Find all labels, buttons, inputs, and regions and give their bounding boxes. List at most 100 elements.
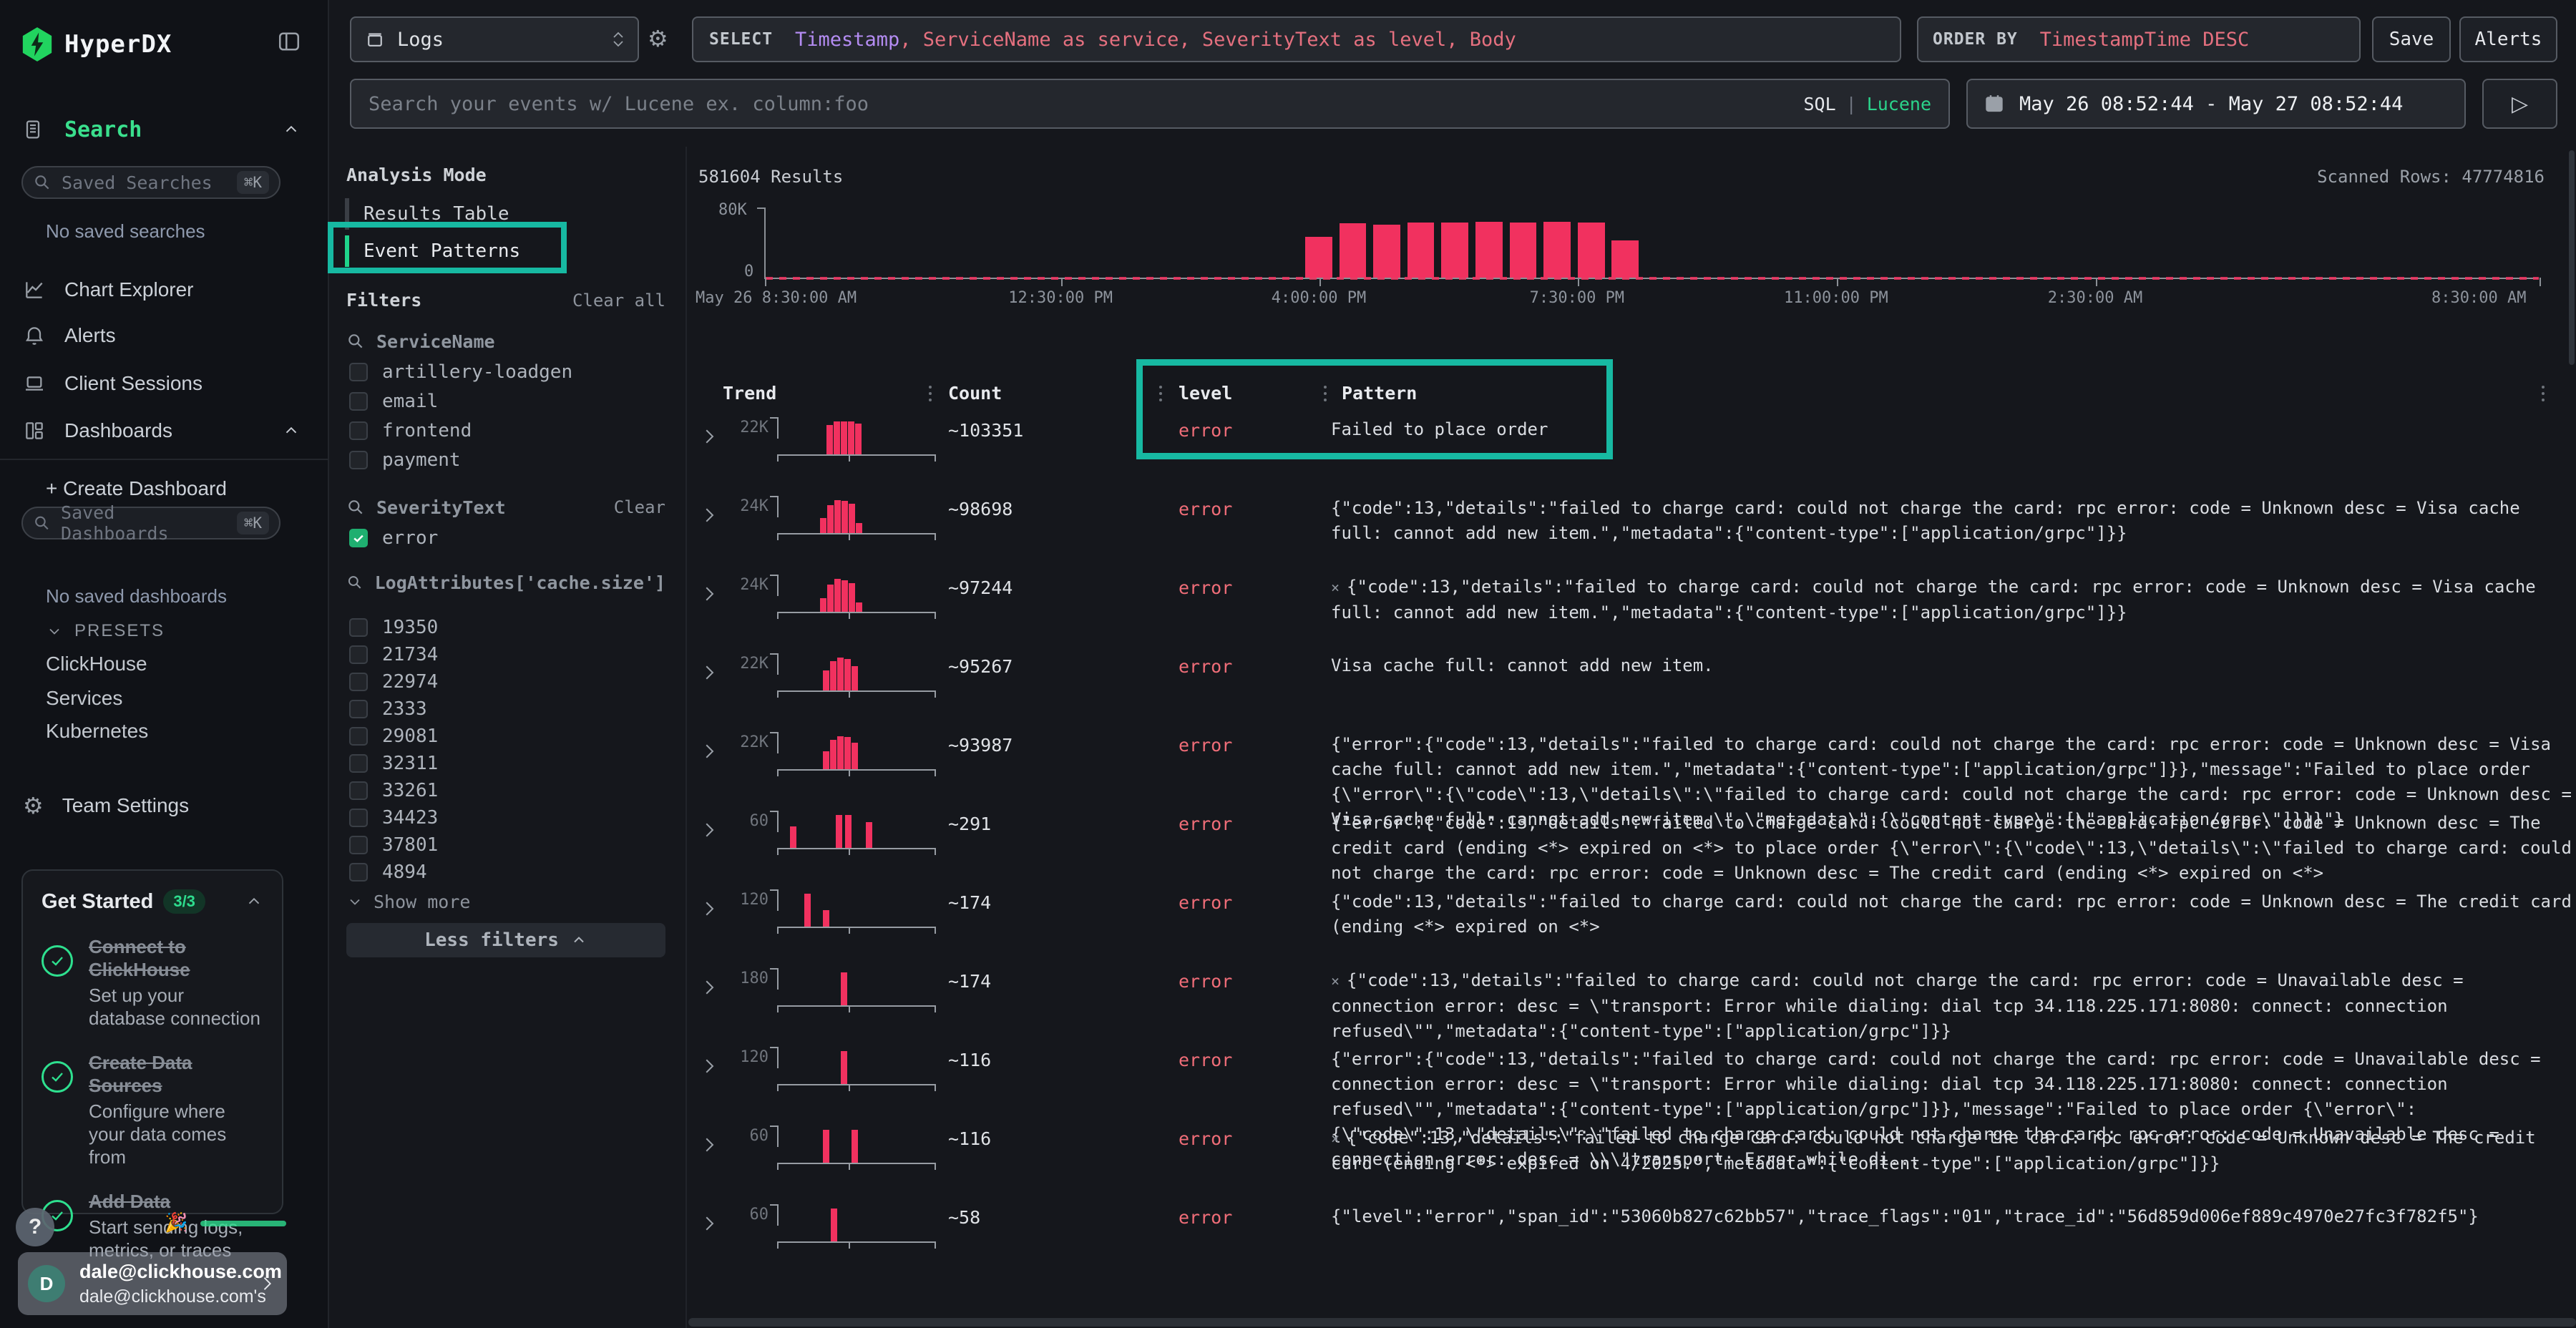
preset-kubernetes[interactable]: Kubernetes: [46, 720, 148, 743]
chevron-up-icon[interactable]: [282, 120, 301, 139]
preset-clickhouse[interactable]: ClickHouse: [46, 653, 147, 675]
lucene-toggle[interactable]: Lucene: [1867, 94, 1931, 114]
get-started-step-sources[interactable]: Create Data Sources Configure where your…: [42, 1051, 263, 1168]
filter-option[interactable]: 19350: [346, 614, 665, 641]
filter-option[interactable]: 29081: [346, 723, 665, 750]
filter-option[interactable]: 4894: [346, 859, 665, 886]
dismiss-x-icon[interactable]: ×: [1331, 1130, 1340, 1147]
mode-results-table[interactable]: Results Table: [345, 198, 588, 230]
checkbox[interactable]: [349, 836, 368, 854]
pattern-row[interactable]: 24K~98698error{"code":13,"details":"fail…: [687, 492, 2576, 565]
create-dashboard-button[interactable]: + Create Dashboard: [0, 472, 329, 505]
checkbox[interactable]: [349, 529, 368, 547]
source-select[interactable]: Logs: [350, 16, 639, 62]
checkbox[interactable]: [349, 863, 368, 882]
pattern-row[interactable]: 22K~95267errorVisa cache full: cannot ad…: [687, 649, 2576, 722]
pattern-row[interactable]: 120~116error{"error":{"code":13,"details…: [687, 1043, 2576, 1115]
help-button[interactable]: ?: [16, 1208, 54, 1246]
sidebar-item-search[interactable]: Search: [0, 113, 329, 146]
checkbox[interactable]: [349, 809, 368, 827]
filter-option[interactable]: 22974: [346, 668, 665, 695]
checkbox[interactable]: [349, 645, 368, 664]
select-clause-input[interactable]: SELECT Timestamp, ServiceName as service…: [692, 16, 1901, 62]
results-histogram[interactable]: [764, 208, 2539, 279]
horizontal-scrollbar[interactable]: [688, 1318, 2576, 1327]
results-count: 581604 Results: [698, 167, 843, 187]
table-options-icon[interactable]: [2542, 386, 2545, 405]
sidebar-collapse-icon[interactable]: [276, 29, 302, 54]
search-icon[interactable]: [346, 498, 365, 517]
drag-handle-icon[interactable]: [929, 386, 932, 405]
search-input[interactable]: Search your events w/ Lucene ex. column:…: [350, 79, 1950, 129]
checkbox[interactable]: [349, 781, 368, 800]
sidebar-item-team-settings[interactable]: ⚙ Team Settings: [0, 789, 329, 822]
search-icon[interactable]: [346, 332, 365, 351]
preset-services[interactable]: Services: [46, 687, 122, 710]
clear-group-link[interactable]: Clear: [614, 497, 665, 517]
alerts-button[interactable]: Alerts: [2459, 16, 2557, 62]
sparkline-bar: [841, 421, 847, 454]
filter-option[interactable]: 37801: [346, 831, 665, 859]
filter-option[interactable]: error: [346, 523, 665, 552]
show-more-link[interactable]: Show more: [346, 887, 665, 916]
user-menu[interactable]: D dale@clickhouse.com dale@clickhouse.co…: [18, 1252, 287, 1315]
pattern-row[interactable]: 60~291error{"error":{"code":13,"details"…: [687, 806, 2576, 879]
filter-option[interactable]: 32311: [346, 750, 665, 777]
filter-option[interactable]: 21734: [346, 641, 665, 668]
checkbox[interactable]: [349, 392, 368, 411]
save-button[interactable]: Save: [2372, 16, 2451, 62]
checkbox[interactable]: [349, 363, 368, 381]
filter-option[interactable]: 34423: [346, 804, 665, 831]
chevron-up-icon[interactable]: [282, 421, 301, 440]
x-axis-label: 7:30:00 PM: [1530, 289, 1624, 307]
get-started-step-connect[interactable]: Connect to ClickHouse Set up your databa…: [42, 935, 263, 1030]
checkbox[interactable]: [349, 700, 368, 718]
drag-handle-icon[interactable]: [1324, 386, 1327, 405]
checkbox[interactable]: [349, 754, 368, 773]
sidebar-item-chart-explorer[interactable]: Chart Explorer: [0, 273, 329, 306]
patterns-table-header: Trend Count level Pattern: [687, 383, 2576, 409]
sidebar-item-client-sessions[interactable]: Client Sessions: [0, 367, 329, 400]
filter-option[interactable]: payment: [346, 445, 665, 474]
filter-option[interactable]: email: [346, 386, 665, 416]
logo[interactable]: HyperDX: [21, 24, 172, 64]
pattern-row[interactable]: 120~174error{"code":13,"details":"failed…: [687, 885, 2576, 958]
filter-option[interactable]: artillery-loadgen: [346, 357, 665, 386]
pattern-row[interactable]: 60~116error×{"code":13,"details":"failed…: [687, 1121, 2576, 1194]
sidebar-item-alerts[interactable]: Alerts: [0, 319, 329, 352]
filter-option[interactable]: 2333: [346, 695, 665, 723]
checkbox[interactable]: [349, 421, 368, 440]
order-by-input[interactable]: ORDER BY TimestampTime DESC: [1917, 16, 2361, 62]
sql-toggle[interactable]: SQL: [1803, 94, 1835, 114]
mode-event-patterns[interactable]: Event Patterns: [345, 235, 588, 267]
trend-sparkline: [777, 575, 936, 613]
dismiss-x-icon[interactable]: ×: [1331, 579, 1340, 596]
sidebar-item-dashboards[interactable]: Dashboards: [0, 414, 329, 447]
less-filters-button[interactable]: Less filters: [346, 923, 665, 957]
chevron-up-icon[interactable]: [245, 892, 263, 911]
checkbox[interactable]: [349, 727, 368, 746]
filter-option[interactable]: frontend: [346, 416, 665, 445]
search-icon[interactable]: [346, 573, 364, 592]
pattern-row[interactable]: 60~58error{"level":"error","span_id":"53…: [687, 1200, 2576, 1273]
pattern-row[interactable]: 180~174error×{"code":13,"details":"faile…: [687, 964, 2576, 1037]
saved-dashboards-input[interactable]: Saved Dashboards ⌘K: [21, 507, 280, 540]
vertical-scrollbar[interactable]: [2569, 150, 2575, 365]
checkbox[interactable]: [349, 451, 368, 469]
pattern-text: {"level":"error","span_id":"53060b827c62…: [1331, 1204, 2576, 1229]
date-range-picker[interactable]: May 26 08:52:44 - May 27 08:52:44: [1966, 79, 2466, 129]
run-query-button[interactable]: ▷: [2482, 79, 2557, 129]
pattern-row[interactable]: 22K~93987error{"error":{"code":13,"detai…: [687, 728, 2576, 801]
checkbox[interactable]: [349, 618, 368, 637]
checkbox[interactable]: [349, 673, 368, 691]
saved-searches-input[interactable]: Saved Searches ⌘K: [21, 166, 280, 199]
pattern-row[interactable]: 22K~103351errorFailed to place order: [687, 413, 2576, 486]
dismiss-x-icon[interactable]: ×: [1331, 972, 1340, 990]
presets-toggle[interactable]: PRESETS: [46, 621, 165, 641]
pattern-row[interactable]: 24K~97244error×{"code":13,"details":"fai…: [687, 570, 2576, 643]
analysis-mode-title: Analysis Mode: [346, 165, 487, 185]
drag-handle-icon[interactable]: [1159, 386, 1162, 405]
source-settings-gear-icon[interactable]: ⚙: [648, 27, 668, 50]
clear-all-link[interactable]: Clear all: [572, 290, 665, 311]
filter-option[interactable]: 33261: [346, 777, 665, 804]
